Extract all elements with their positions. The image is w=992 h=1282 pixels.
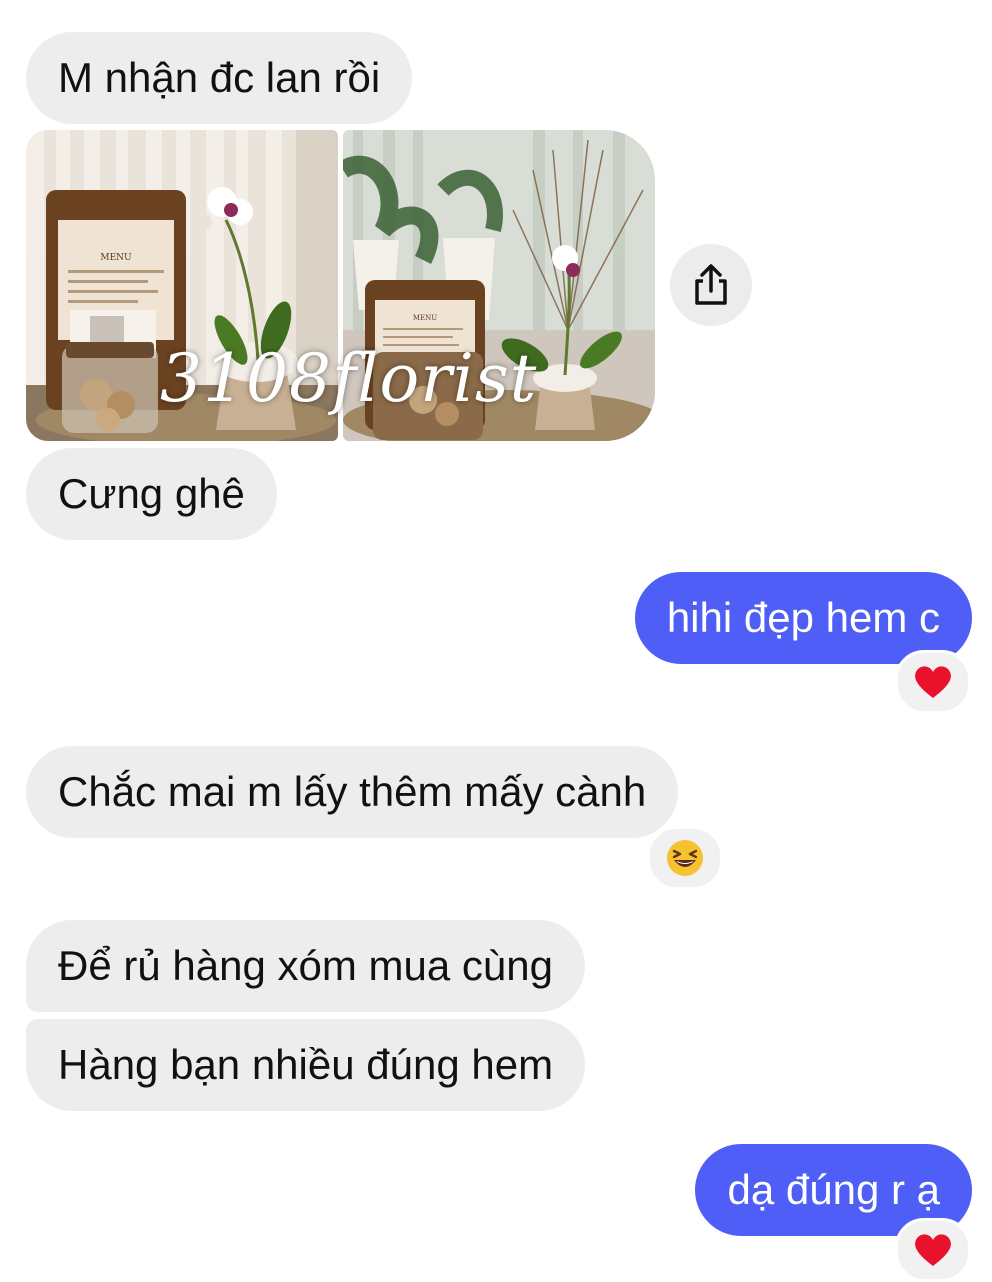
menu-card-title-2: MENU (413, 314, 437, 322)
message-bubble-incoming[interactable]: M nhận đc lan rồi (26, 32, 413, 124)
heart-icon (915, 1234, 951, 1266)
message-reaction[interactable] (647, 826, 723, 890)
message-bubble-incoming[interactable]: Cưng ghê (26, 448, 277, 540)
menu-card-title: MENU (100, 253, 132, 263)
message-reaction[interactable] (895, 650, 971, 714)
message-bubble-incoming[interactable]: Chắc mai m lấy thêm mấy cành (26, 746, 679, 838)
laughing-emoji-icon (667, 840, 703, 876)
message-bubble-incoming[interactable]: Hàng bạn nhiều đúng hem (26, 1019, 586, 1111)
message-reaction[interactable] (895, 1218, 971, 1282)
share-button[interactable] (670, 244, 752, 326)
message-bubble-incoming[interactable]: Để rủ hàng xóm mua cùng (26, 920, 585, 1012)
heart-icon (915, 666, 951, 698)
photo-watermark: 3108florist (160, 340, 538, 417)
share-icon (695, 264, 727, 305)
